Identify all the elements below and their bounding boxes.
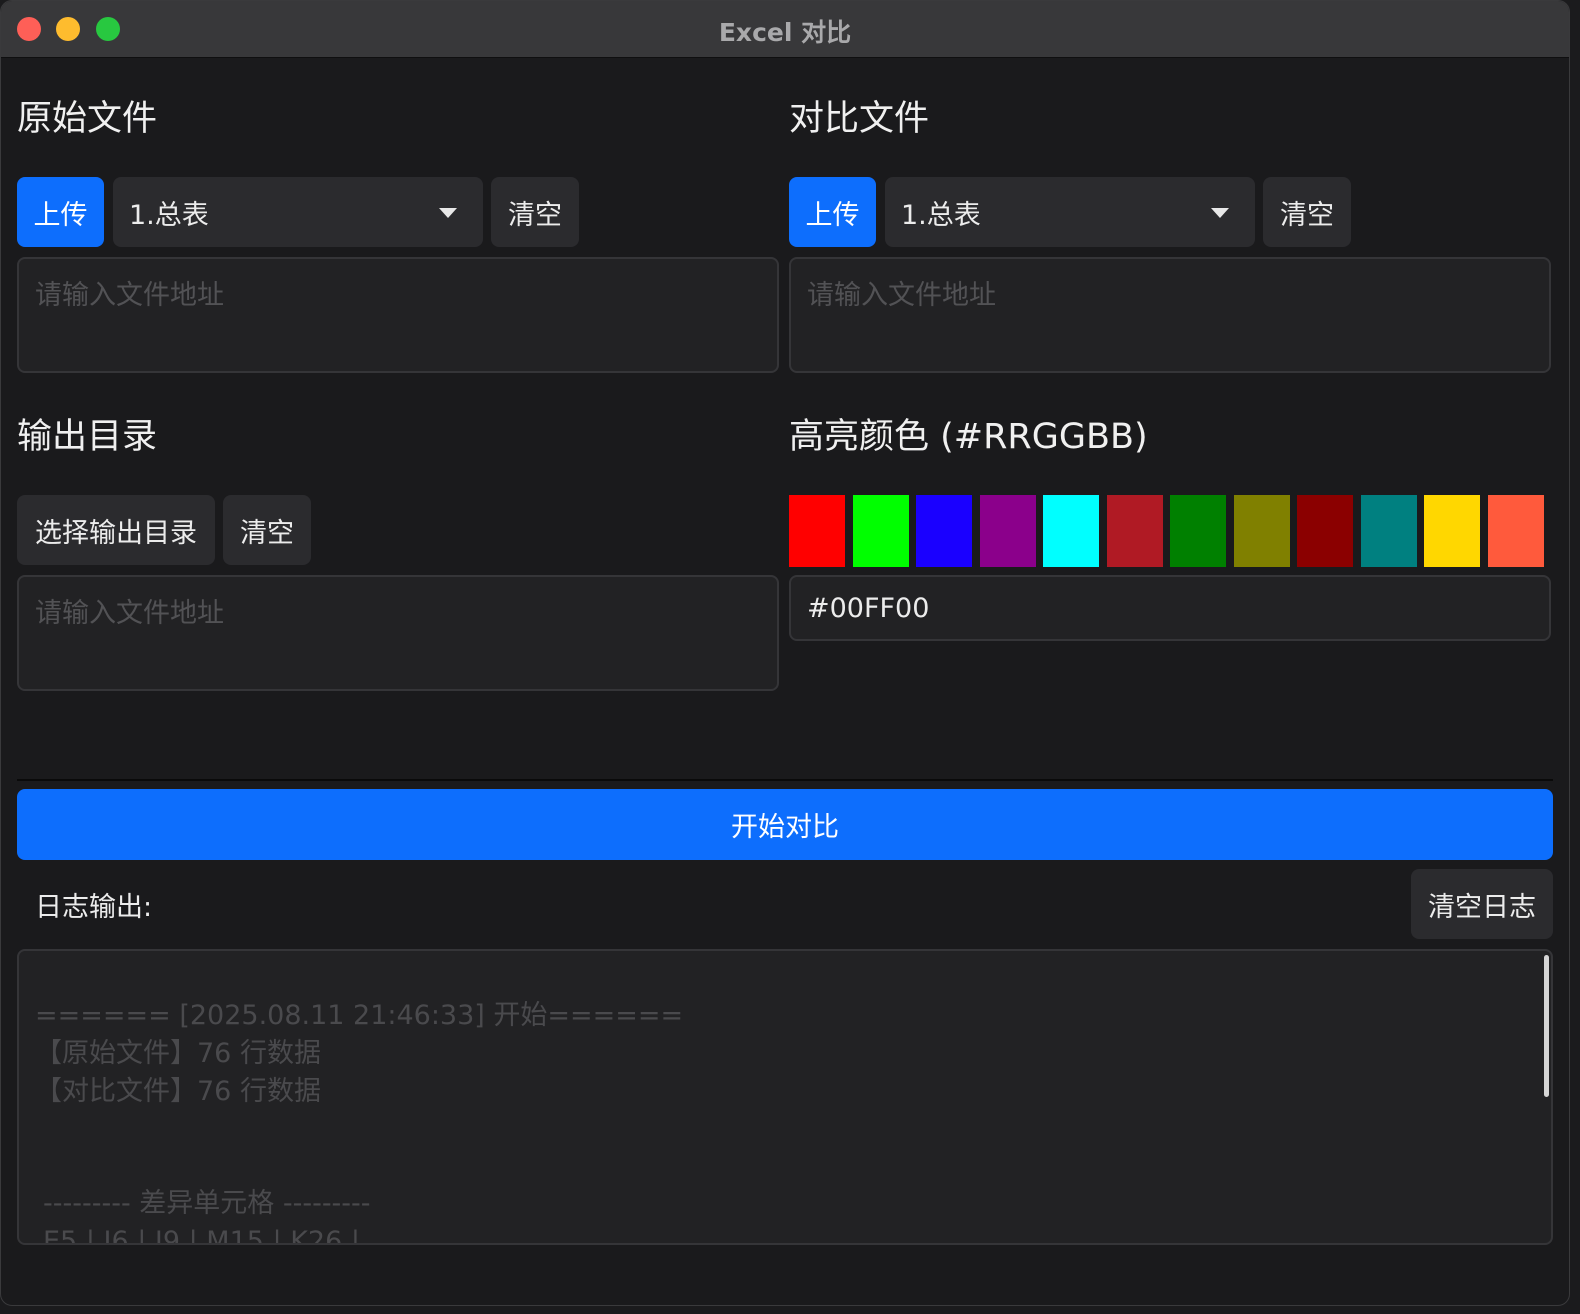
log-spacer [35,1111,1535,1185]
chevron-down-icon [1211,208,1229,218]
color-swatch[interactable] [1360,495,1417,567]
app-window: Excel 对比 原始文件 上传 1.总表 清空 请输入文件地址 对比文件 上传… [0,0,1570,1306]
color-swatch[interactable] [852,495,909,567]
log-scrollbar[interactable] [1544,955,1549,1097]
color-swatch[interactable] [789,495,845,567]
log-line: E5 | I6 | J9 | M15 | K26 | [43,1226,360,1245]
color-swatch[interactable] [1424,495,1480,567]
output-clear-button[interactable]: 清空 [223,495,311,565]
chevron-down-icon [439,208,457,218]
clear-log-button[interactable]: 清空日志 [1411,869,1553,939]
window-title: Excel 对比 [718,18,852,47]
original-file-title: 原始文件 [17,99,158,139]
compare-clear-button[interactable]: 清空 [1263,177,1351,247]
color-swatch[interactable] [1106,495,1163,567]
divider [17,779,1553,781]
color-swatch[interactable] [979,495,1036,567]
color-swatch[interactable] [1487,495,1544,567]
log-line: 【原始文件】76 行数据 [35,1038,321,1069]
title-bar: Excel 对比 [1,1,1569,58]
compare-path-input[interactable]: 请输入文件地址 [789,257,1551,373]
original-clear-button[interactable]: 清空 [491,177,579,247]
output-dir-title: 输出目录 [17,417,158,457]
color-swatch[interactable] [1043,495,1099,567]
log-line: 【对比文件】76 行数据 [35,1076,321,1107]
log-output-label: 日志输出: [35,892,153,923]
choose-output-dir-button[interactable]: 选择输出目录 [17,495,215,565]
log-line: --------- 差异单元格 --------- [43,1188,371,1219]
color-swatch[interactable] [1297,495,1353,567]
original-upload-button[interactable]: 上传 [17,177,104,247]
highlight-color-title: 高亮颜色 (#RRGGBB) [789,417,1148,457]
color-swatch[interactable] [916,495,972,567]
output-path-input[interactable]: 请输入文件地址 [17,575,779,691]
compare-sheet-select[interactable]: 1.总表 [885,177,1255,247]
original-path-input[interactable]: 请输入文件地址 [17,257,779,373]
log-output-area[interactable]: ====== [2025.08.11 21:46:33] 开始====== 【原… [17,949,1553,1245]
compare-file-title: 对比文件 [789,99,930,139]
original-sheet-value: 1.总表 [129,199,209,231]
compare-sheet-value: 1.总表 [901,199,981,231]
color-swatch[interactable] [1170,495,1226,567]
highlight-color-input[interactable]: #00FF00 [789,575,1551,641]
color-swatch[interactable] [1233,495,1290,567]
original-sheet-select[interactable]: 1.总表 [113,177,483,247]
log-line: ====== [2025.08.11 21:46:33] 开始====== [35,1000,684,1031]
compare-upload-button[interactable]: 上传 [789,177,876,247]
start-compare-button[interactable]: 开始对比 [17,789,1553,860]
